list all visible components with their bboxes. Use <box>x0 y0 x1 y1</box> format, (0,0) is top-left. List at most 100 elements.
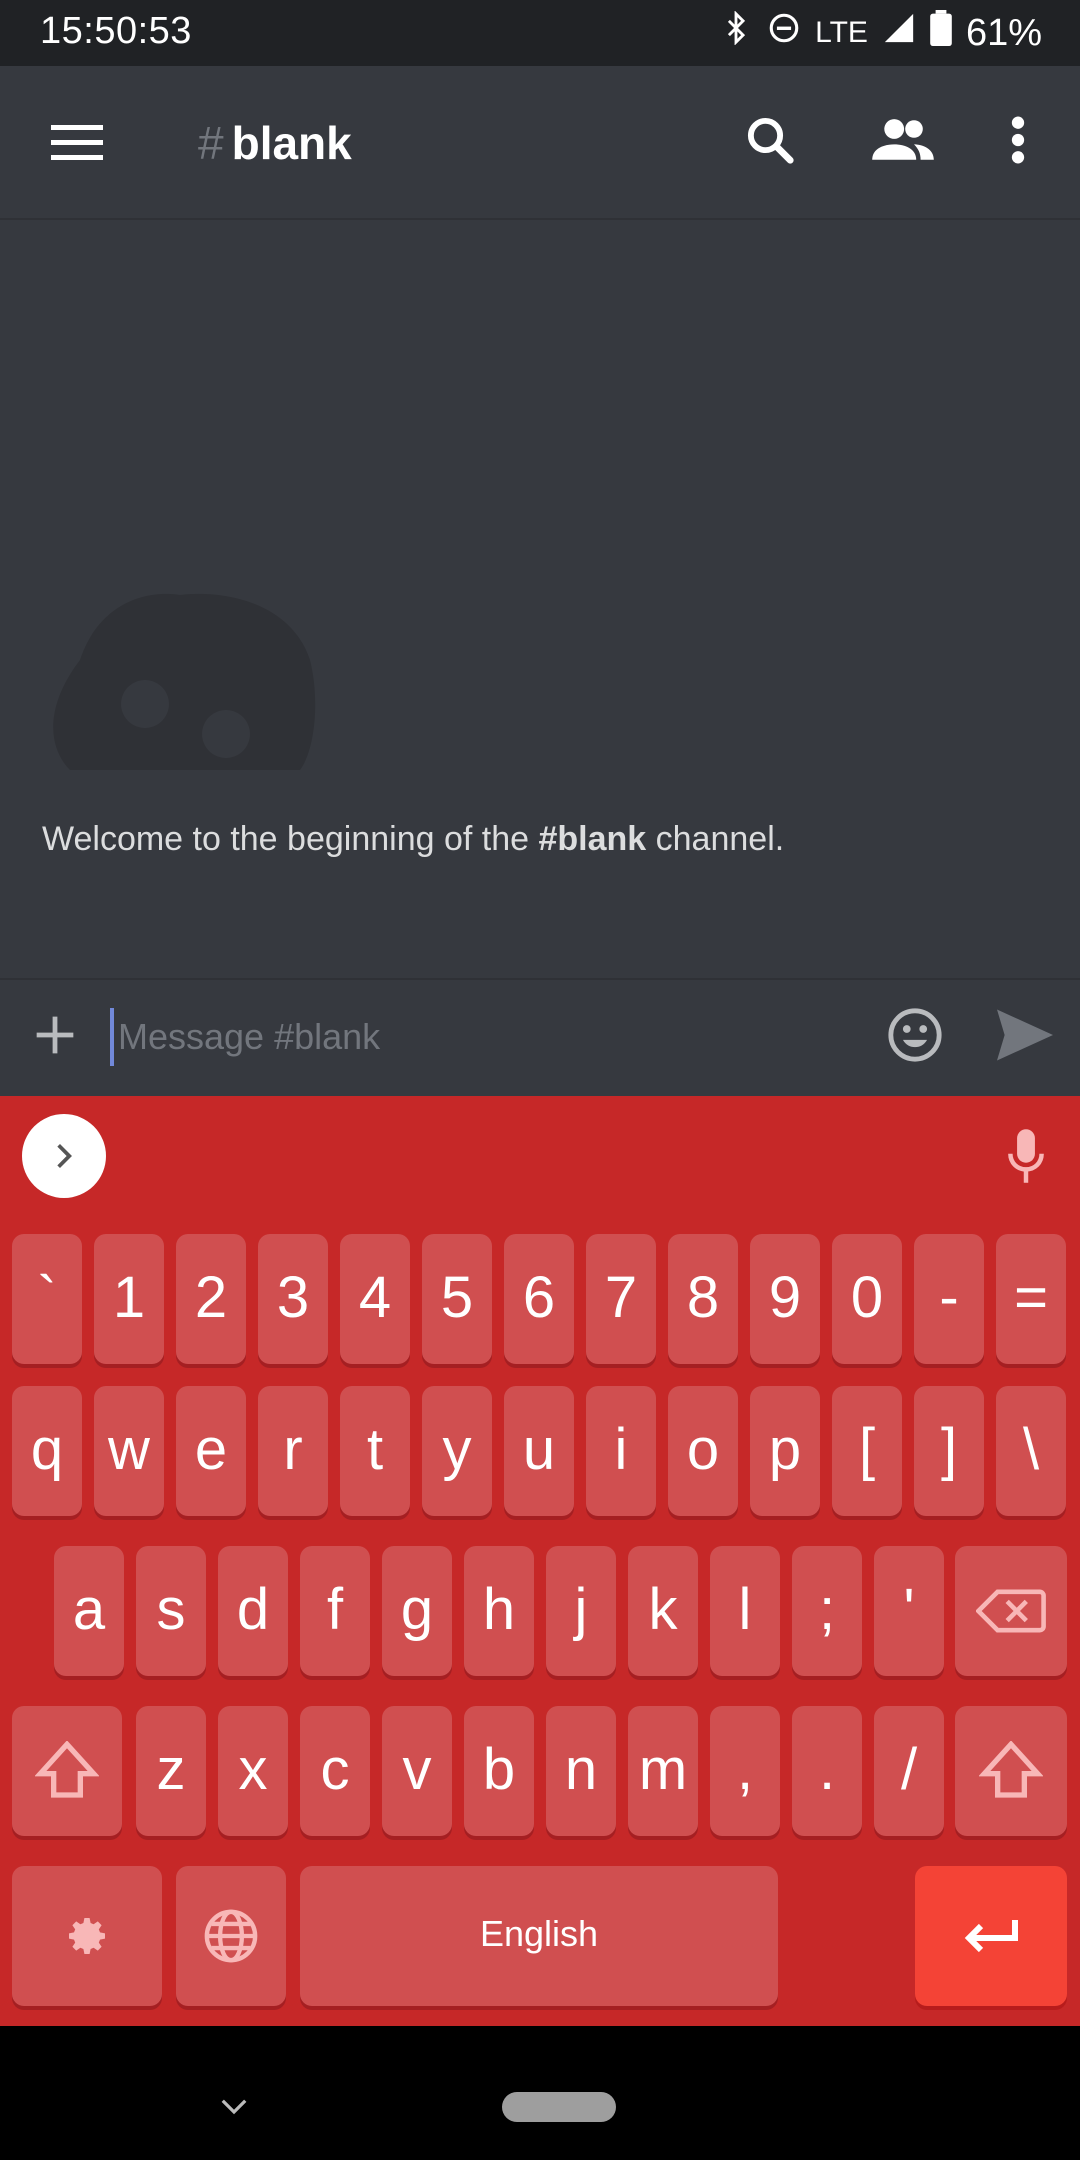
space-key[interactable]: English <box>300 1866 778 2006</box>
chat-area: Welcome to the beginning of the #blank c… <box>0 220 1080 978</box>
key-9[interactable]: / <box>874 1706 944 1836</box>
key-3[interactable]: v <box>382 1706 452 1836</box>
key-7[interactable]: 7 <box>586 1234 656 1364</box>
key-label: s <box>156 1576 186 1642</box>
welcome-message: Welcome to the beginning of the #blank c… <box>42 820 784 859</box>
key-6[interactable]: j <box>546 1546 616 1676</box>
key-6[interactable]: m <box>628 1706 698 1836</box>
emoji-icon[interactable] <box>884 1004 946 1066</box>
key-10[interactable]: 0 <box>832 1234 902 1364</box>
key-3[interactable]: r <box>258 1386 328 1516</box>
expand-toolbar-button[interactable] <box>22 1114 106 1198</box>
key-10[interactable]: [ <box>832 1386 902 1516</box>
key-4[interactable]: b <box>464 1706 534 1836</box>
key-6[interactable]: 6 <box>504 1234 574 1364</box>
battery-icon <box>930 10 952 56</box>
key-label: 4 <box>358 1264 392 1330</box>
key-label: = <box>1014 1264 1048 1330</box>
channel-name: blank <box>231 117 352 169</box>
mic-icon[interactable] <box>1000 1126 1052 1186</box>
network-label: LTE <box>815 16 868 49</box>
key-label: 8 <box>686 1264 720 1330</box>
key-12[interactable]: \ <box>996 1386 1066 1516</box>
hash-icon: # <box>198 117 224 169</box>
key-label: 5 <box>440 1264 474 1330</box>
key-label: t <box>366 1416 384 1482</box>
key-label: z <box>156 1736 186 1802</box>
key-3[interactable]: f <box>300 1546 370 1676</box>
enter-key[interactable] <box>915 1866 1067 2006</box>
key-10[interactable]: ' <box>874 1546 944 1676</box>
key-5[interactable]: 5 <box>422 1234 492 1364</box>
key-7[interactable]: k <box>628 1546 698 1676</box>
key-5[interactable]: h <box>464 1546 534 1676</box>
key-2[interactable]: e <box>176 1386 246 1516</box>
key-label: ; <box>818 1576 836 1642</box>
add-attachment-icon[interactable] <box>30 1010 80 1060</box>
key-5[interactable]: n <box>546 1706 616 1836</box>
key-0[interactable]: a <box>54 1546 124 1676</box>
key-label: y <box>442 1416 472 1482</box>
key-label: , <box>736 1736 754 1802</box>
key-8[interactable]: o <box>668 1386 738 1516</box>
key-label: i <box>614 1416 628 1482</box>
battery-percent: 61% <box>965 11 1042 54</box>
key-8[interactable]: . <box>792 1706 862 1836</box>
key-label: 1 <box>112 1264 146 1330</box>
key-4[interactable]: 4 <box>340 1234 410 1364</box>
dnd-icon <box>767 11 801 55</box>
key-4[interactable]: t <box>340 1386 410 1516</box>
key-9[interactable]: 9 <box>750 1234 820 1364</box>
key-1[interactable]: 1 <box>94 1234 164 1364</box>
send-icon[interactable] <box>992 1004 1058 1066</box>
key-label: c <box>320 1736 350 1802</box>
message-input[interactable] <box>110 1008 860 1066</box>
menu-icon[interactable] <box>40 116 114 170</box>
key-0[interactable]: z <box>136 1706 206 1836</box>
key-2[interactable]: d <box>218 1546 288 1676</box>
key-label: h <box>482 1576 516 1642</box>
welcome-channel: #blank <box>538 820 647 858</box>
channel-header: # blank <box>0 66 1080 220</box>
key-6[interactable]: u <box>504 1386 574 1516</box>
key-2[interactable]: 2 <box>176 1234 246 1364</box>
key-7[interactable]: , <box>710 1706 780 1836</box>
backspace-key[interactable] <box>955 1546 1067 1676</box>
key-11[interactable]: - <box>914 1234 984 1364</box>
members-icon[interactable] <box>868 110 938 170</box>
key-8[interactable]: 8 <box>668 1234 738 1364</box>
key-0[interactable]: q <box>12 1386 82 1516</box>
home-pill[interactable] <box>502 2092 616 2122</box>
settings-key[interactable] <box>12 1866 162 2006</box>
key-label: 6 <box>522 1264 556 1330</box>
globe-key[interactable] <box>176 1866 286 2006</box>
key-1[interactable]: s <box>136 1546 206 1676</box>
key-3[interactable]: 3 <box>258 1234 328 1364</box>
key-12[interactable]: = <box>996 1234 1066 1364</box>
key-11[interactable]: ] <box>914 1386 984 1516</box>
key-7[interactable]: i <box>586 1386 656 1516</box>
key-2[interactable]: c <box>300 1706 370 1836</box>
search-icon[interactable] <box>740 110 800 170</box>
key-5[interactable]: y <box>422 1386 492 1516</box>
key-label: b <box>482 1736 516 1802</box>
key-label: 7 <box>604 1264 638 1330</box>
key-label: j <box>574 1576 588 1642</box>
shift-right-key[interactable] <box>955 1706 1067 1836</box>
more-options-icon[interactable] <box>998 110 1038 170</box>
key-1[interactable]: w <box>94 1386 164 1516</box>
status-icons: LTE 61% <box>719 10 1042 56</box>
key-label: n <box>564 1736 598 1802</box>
key-1[interactable]: x <box>218 1706 288 1836</box>
key-label: o <box>686 1416 720 1482</box>
key-9[interactable]: p <box>750 1386 820 1516</box>
welcome-prefix: Welcome to the beginning of the <box>42 820 539 858</box>
key-0[interactable]: ` <box>12 1234 82 1364</box>
key-4[interactable]: g <box>382 1546 452 1676</box>
key-8[interactable]: l <box>710 1546 780 1676</box>
nav-back-chevron-icon[interactable] <box>214 2092 254 2122</box>
shift-left-key[interactable] <box>12 1706 122 1836</box>
key-label: 3 <box>276 1264 310 1330</box>
key-label: r <box>283 1416 303 1482</box>
key-9[interactable]: ; <box>792 1546 862 1676</box>
